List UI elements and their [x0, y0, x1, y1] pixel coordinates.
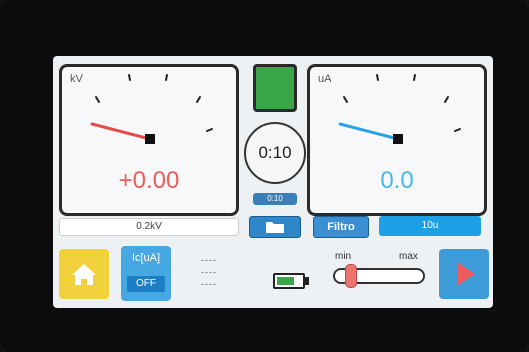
filtro-button[interactable]: Filtro	[313, 216, 369, 238]
ic-state: OFF	[127, 276, 165, 292]
current-reading: 0.0	[380, 167, 414, 194]
readout-placeholder: ---- ---- ----	[201, 254, 217, 290]
battery-level-fill	[277, 277, 294, 285]
current-needle	[338, 122, 400, 141]
home-button[interactable]	[59, 249, 109, 299]
level-slider-knob[interactable]	[345, 264, 357, 288]
readout-line: ----	[201, 279, 217, 289]
home-icon	[72, 264, 96, 285]
readout-line: ----	[201, 267, 217, 277]
slider-min-label: min	[335, 251, 352, 262]
battery-icon	[273, 273, 305, 289]
touch-screen: kV +0.00 uA 0.0 0.2kV 0:10 0:10 Filtro 1…	[53, 56, 493, 308]
readout-line: ----	[201, 255, 217, 265]
voltage-meter: kV +0.00	[59, 64, 239, 216]
filter-value-badge[interactable]: 10u	[379, 216, 481, 236]
play-icon	[457, 262, 475, 286]
ic-label: Ic[uA]	[131, 252, 161, 264]
timer-display[interactable]: 0:10	[244, 122, 306, 184]
status-indicator	[253, 64, 297, 112]
voltage-reading: +0.00	[118, 167, 180, 194]
voltage-range-label: 0.2kV	[59, 218, 239, 236]
voltage-unit: kV	[70, 73, 83, 85]
timer-small-display: 0:10	[253, 193, 297, 205]
folder-button[interactable]	[249, 216, 301, 238]
voltage-needle	[90, 122, 152, 141]
start-button[interactable]	[439, 249, 489, 299]
slider-max-label: max	[399, 251, 418, 262]
folder-icon	[266, 222, 284, 233]
battery-tip	[305, 277, 309, 285]
current-unit: uA	[318, 73, 332, 85]
ic-toggle-button[interactable]: Ic[uA] OFF	[121, 246, 171, 301]
current-meter: uA 0.0	[307, 64, 487, 216]
